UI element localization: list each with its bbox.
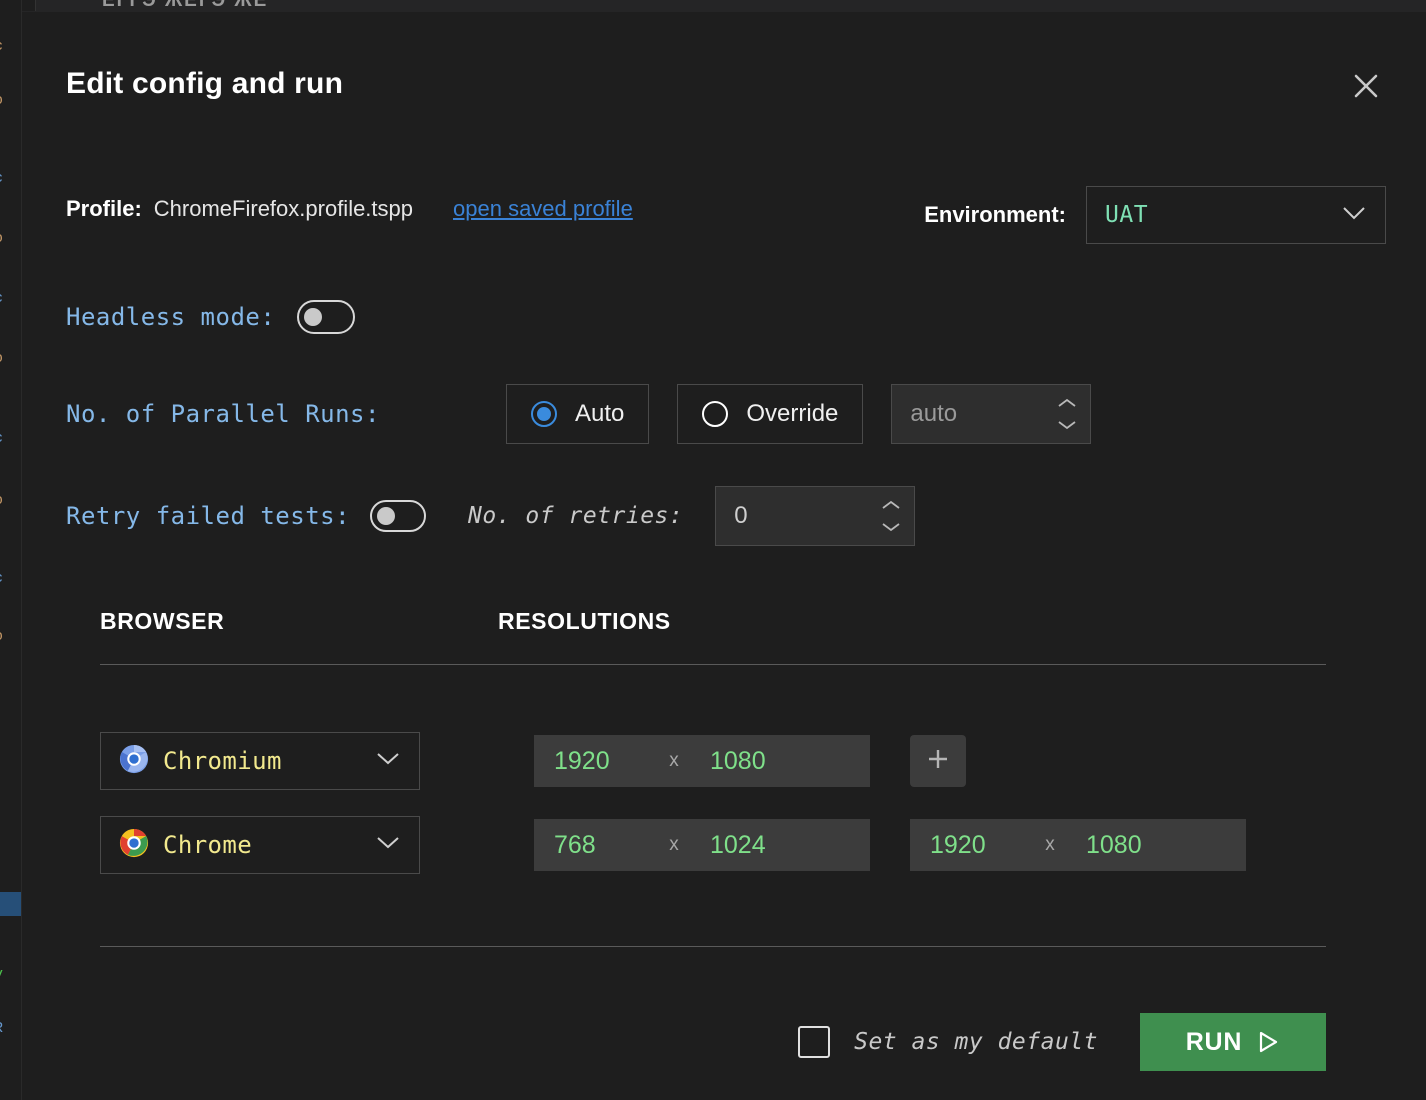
resolution-chip[interactable]: 768 x 1024 [534,819,870,871]
profile-row: Profile: ChromeFirefox.profile.tspp open… [66,180,1386,250]
editor-selection-band [0,892,22,916]
browser-select-0[interactable]: Chromium [100,732,420,790]
resolution-height: 1080 [694,747,870,776]
add-resolution-button[interactable] [910,735,966,787]
resolution-chip[interactable]: 1920 x 1080 [534,735,870,787]
table-bottom-divider [100,946,1326,947]
parallel-override-label: Override [746,400,838,428]
table-row: Chromium 1920 x 1080 [100,730,1326,792]
resolutions-cell-0: 1920 x 1080 [534,735,966,787]
dialog-footer: Set as my default RUN [100,1012,1326,1072]
retry-failed-tests-toggle[interactable] [370,500,426,532]
chevron-up-icon[interactable] [1056,397,1078,409]
chevron-down-icon [375,751,401,771]
parallel-auto-option[interactable]: Auto [506,384,649,444]
headless-mode-row: Headless mode: [66,300,355,334]
parallel-runs-row: No. of Parallel Runs: Auto Override auto [66,384,1091,444]
headless-mode-toggle[interactable] [297,300,355,334]
table-row: Chrome 768 x 1024 1920 x 1080 [100,814,1326,876]
parallel-count-stepper[interactable]: auto [891,384,1091,444]
retries-count-value: 0 [734,502,747,530]
resolution-separator: x [1030,834,1070,856]
gutter-glyph: o [0,628,3,645]
parallel-auto-label: Auto [575,400,624,428]
gutter-glyph: c [0,430,3,447]
profile-value: ChromeFirefox.profile.tspp [154,196,413,222]
browser-select-1[interactable]: Chrome [100,816,420,874]
gutter-glyph: ] [0,894,3,911]
gutter-glyph: o [0,92,3,109]
parallel-count-value: auto [910,400,957,428]
chevron-down-icon[interactable] [1056,419,1078,431]
chevron-down-icon[interactable] [880,521,902,533]
dialog-header: Edit config and run [66,64,1386,112]
gutter-glyph: o [0,492,3,509]
gutter-glyph: c [0,38,3,55]
set-as-default-label: Set as my default [854,1029,1098,1055]
chevron-up-icon[interactable] [880,499,902,511]
gutter-glyph: c [0,170,3,187]
chevron-down-icon [375,835,401,855]
run-button[interactable]: RUN [1140,1013,1326,1071]
ghost-header-text: ЕГГЭ ЖЕГЭ ЖЕ [102,0,268,12]
chevron-down-icon [1341,205,1367,226]
environment-label: Environment: [924,202,1066,228]
gutter-glyph: v [0,966,3,983]
run-button-label: RUN [1186,1028,1243,1057]
parallel-override-option[interactable]: Override [677,384,863,444]
headless-mode-label: Headless mode: [66,303,275,331]
stepper-arrows [1056,385,1078,443]
retry-failed-tests-label: Retry failed tests: [66,502,350,530]
gutter-glyph: c [0,570,3,587]
retry-failed-tests-row: Retry failed tests: No. of retries: 0 [66,486,915,546]
browser-name-1: Chrome [163,831,375,859]
resolution-height: 1024 [694,831,870,860]
column-header-resolutions: RESOLUTIONS [498,608,671,635]
open-saved-profile-link[interactable]: open saved profile [453,196,633,222]
browser-name-0: Chromium [163,747,375,775]
resolution-separator: x [654,750,694,772]
plus-icon [925,746,951,777]
resolution-chip[interactable]: 1920 x 1080 [910,819,1246,871]
retries-count-stepper[interactable]: 0 [715,486,915,546]
gutter-glyph: o [0,230,3,247]
play-icon [1256,1029,1280,1055]
resolution-height: 1080 [1070,831,1246,860]
close-icon[interactable] [1346,66,1386,106]
edit-config-dialog: Edit config and run Profile: ChromeFiref… [22,12,1426,1100]
resolution-width: 768 [534,831,654,860]
retries-count-label: No. of retries: [468,503,683,529]
resolution-width: 1920 [534,747,654,776]
underlying-window-strip: ЕГГЭ ЖЕГЭ ЖЕ [22,0,1426,12]
toggle-knob [304,308,322,326]
page-title: Edit config and run [66,64,1386,104]
chrome-logo-icon [119,828,149,863]
gutter-glyph: c [0,290,3,307]
profile-label: Profile: [66,196,142,222]
stepper-arrows [880,487,902,545]
resolution-separator: x [654,834,694,856]
underlying-editor-sliver: c o c o c o c o c o ] v R [0,0,22,1100]
resolutions-cell-1: 768 x 1024 1920 x 1080 [534,819,1246,871]
gutter-glyph: R [0,1020,3,1037]
environment-group: Environment: UAT [924,186,1386,244]
set-as-default-checkbox[interactable] [798,1026,830,1058]
parallel-runs-label: No. of Parallel Runs: [66,400,506,428]
radio-override-icon [702,401,728,427]
table-header-divider [100,664,1326,665]
resolution-width: 1920 [910,831,1030,860]
profile-info: Profile: ChromeFirefox.profile.tspp open… [66,196,633,222]
chromium-logo-icon [119,744,149,779]
environment-value: UAT [1105,202,1341,228]
column-header-browser: BROWSER [100,608,224,635]
radio-auto-icon [531,401,557,427]
toggle-knob [377,507,395,525]
environment-select[interactable]: UAT [1086,186,1386,244]
tab-edge [22,0,36,11]
gutter-glyph: o [0,350,3,367]
